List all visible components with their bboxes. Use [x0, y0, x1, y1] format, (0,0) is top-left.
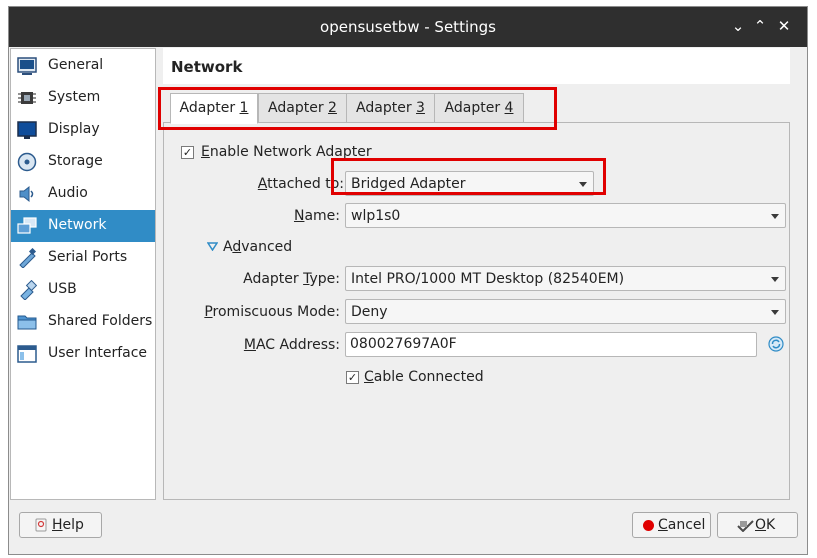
cancel-button[interactable]: Cancel: [632, 512, 711, 538]
sidebar-label: Serial Ports: [48, 249, 128, 265]
help-button[interactable]: Help: [19, 512, 102, 538]
sidebar-label: User Interface: [48, 345, 148, 361]
audio-speaker-icon: [19, 185, 34, 203]
sidebar-item-serial-ports[interactable]: Serial Ports: [11, 242, 155, 274]
page-header: Network: [163, 48, 790, 84]
name-label: Name:: [293, 208, 340, 224]
close-icon[interactable]: ✕: [774, 16, 794, 36]
network-icon: [17, 217, 37, 234]
sidebar-item-storage[interactable]: Storage: [11, 146, 155, 178]
sidebar-label: Storage: [48, 153, 103, 169]
storage-disk-icon: [17, 152, 37, 172]
settings-sidebar: General System Display Storage Audio Net…: [10, 48, 156, 500]
refresh-mac-icon[interactable]: [768, 336, 784, 352]
ok-check-icon: [737, 520, 754, 532]
sidebar-item-general[interactable]: General: [11, 50, 155, 82]
sidebar-label: General: [48, 57, 104, 73]
title-bar[interactable]: opensusetbw - Settings ⌄ ⌃ ✕: [9, 7, 807, 47]
expand-triangle-icon[interactable]: [207, 242, 218, 251]
tabs-highlight-box: [158, 87, 557, 130]
ok-button[interactable]: OK: [717, 512, 798, 538]
chevron-down-icon: [771, 214, 779, 219]
sidebar-label: System: [48, 89, 101, 105]
minimize-icon[interactable]: ⌄: [728, 16, 748, 36]
serial-port-icon: [19, 248, 37, 268]
sidebar-item-system[interactable]: System: [11, 82, 155, 114]
promiscuous-mode-select[interactable]: Deny: [345, 299, 786, 324]
sidebar-item-usb[interactable]: USB: [11, 274, 155, 306]
general-icon: [17, 57, 37, 75]
advanced-toggle[interactable]: Advanced: [223, 239, 292, 255]
window-title: opensusetbw - Settings: [320, 18, 496, 36]
attached-to-highlight-box: [331, 158, 606, 195]
maximize-icon[interactable]: ⌃: [750, 16, 770, 36]
mac-address-field[interactable]: [345, 332, 757, 357]
chevron-down-icon: [771, 310, 779, 315]
display-monitor-icon: [17, 121, 37, 139]
cable-connected-label[interactable]: Cable Connected: [364, 369, 484, 385]
shared-folder-icon: [17, 315, 37, 330]
page-title: Network: [171, 58, 243, 76]
enable-adapter-checkbox[interactable]: ✓: [181, 146, 194, 159]
adapter-type-label: Adapter Type:: [243, 271, 340, 287]
sidebar-item-user-interface[interactable]: User Interface: [11, 338, 155, 370]
cancel-icon: [643, 520, 654, 531]
adapter-type-select[interactable]: Intel PRO/1000 MT Desktop (82540EM): [345, 266, 786, 291]
chevron-down-icon: [771, 277, 779, 282]
cable-connected-checkbox[interactable]: ✓: [346, 371, 359, 384]
user-interface-icon: [17, 345, 37, 363]
sidebar-item-display[interactable]: Display: [11, 114, 155, 146]
sidebar-item-shared-folders[interactable]: Shared Folders: [11, 306, 155, 338]
sidebar-label: Network: [48, 217, 107, 233]
sidebar-label: Shared Folders: [48, 313, 153, 329]
name-select[interactable]: wlp1s0: [345, 203, 786, 228]
sidebar-label: Audio: [48, 185, 88, 201]
mac-address-input[interactable]: [350, 336, 750, 352]
promiscuous-mode-label: Promiscuous Mode:: [204, 304, 340, 320]
mac-address-label: MAC Address:: [243, 337, 340, 353]
system-chip-icon: [18, 92, 36, 104]
sidebar-label: Display: [48, 121, 100, 137]
help-icon: [35, 518, 47, 532]
sidebar-item-network[interactable]: Network: [11, 210, 155, 242]
usb-icon: [20, 280, 37, 300]
sidebar-label: USB: [48, 281, 77, 297]
sidebar-item-audio[interactable]: Audio: [11, 178, 155, 210]
